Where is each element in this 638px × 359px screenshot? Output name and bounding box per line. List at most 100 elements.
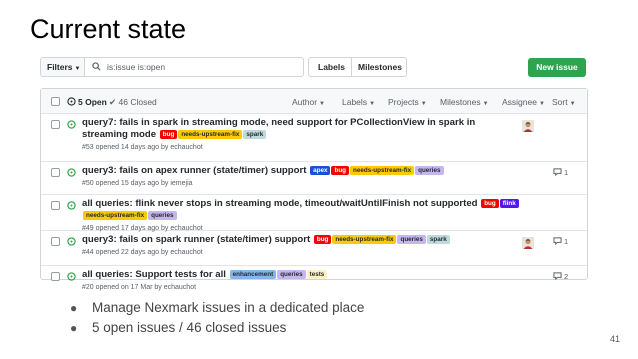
- slide-title: Current state: [30, 14, 187, 44]
- chevron-down-icon: ▼: [538, 101, 545, 107]
- labels-filter[interactable]: Labels ▼: [342, 97, 375, 107]
- filters-label: Filters: [47, 62, 73, 72]
- issue-title-text[interactable]: query3: fails on apex runner (state/time…: [82, 165, 306, 176]
- issue-label[interactable]: queries: [415, 166, 444, 175]
- issue-opened-icon: [67, 272, 76, 281]
- assignee-filter[interactable]: Assignee ▼: [502, 97, 545, 107]
- issue-label[interactable]: queries: [277, 270, 306, 279]
- issue-label[interactable]: flink: [499, 199, 519, 208]
- issue-label[interactable]: spark: [243, 130, 267, 139]
- issue-meta: #53 opened 14 days ago by echauchot: [82, 144, 203, 151]
- issue-opened-icon: [67, 120, 76, 129]
- comments-link[interactable]: 1: [553, 237, 568, 246]
- labels-milestones-group: Labels Milestones: [308, 57, 407, 77]
- issue-title[interactable]: query3: fails on apex runner (state/time…: [82, 165, 522, 177]
- search-icon: [92, 62, 101, 71]
- issue-opened-icon: [67, 201, 76, 210]
- issue-label[interactable]: bug: [331, 166, 350, 175]
- chevron-down-icon: ▼: [482, 101, 489, 107]
- issue-title-text[interactable]: all queries: Support tests for all: [82, 269, 226, 280]
- issue-checkbox[interactable]: [51, 168, 60, 177]
- projects-filter[interactable]: Projects ▼: [388, 97, 427, 107]
- open-issues-tab[interactable]: 5 Open: [67, 97, 107, 107]
- issues-toolbar: Filters ▼ is:issue is:open Labels Milesto…: [40, 54, 600, 80]
- issue-row[interactable]: query3: fails on spark runner (state/tim…: [41, 231, 587, 266]
- issue-label[interactable]: apex: [310, 166, 331, 175]
- bullet-text: 5 open issues / 46 closed issues: [92, 320, 287, 335]
- issue-body: query3: fails on spark runner (state/tim…: [82, 234, 522, 257]
- issue-checkbox[interactable]: [51, 272, 60, 281]
- issue-body: query7: fails in spark in streaming mode…: [82, 117, 522, 152]
- labels-filter-label: Labels: [342, 97, 368, 107]
- milestones-filter[interactable]: Milestones ▼: [440, 97, 489, 107]
- issue-label[interactable]: enhancement: [229, 270, 277, 279]
- chevron-down-icon: ▼: [569, 101, 576, 107]
- bullet-list: ● Manage Nexmark issues in a dedicated pl…: [70, 298, 364, 338]
- new-issue-button[interactable]: New issue: [528, 58, 586, 77]
- issue-checkbox[interactable]: [51, 237, 60, 246]
- issue-title[interactable]: query7: fails in spark in streaming mode…: [82, 117, 522, 141]
- issue-label[interactable]: needs-upstream-fix: [350, 166, 415, 175]
- issue-label[interactable]: bug: [159, 130, 178, 139]
- issue-row[interactable]: all queries: Support tests for all enhan…: [41, 266, 587, 291]
- bullet-icon: ●: [70, 321, 78, 335]
- issue-title-text[interactable]: query3: fails on spark runner (state/tim…: [82, 234, 310, 245]
- issue-body: all queries: flink never stops in stream…: [82, 198, 522, 233]
- search-input[interactable]: is:issue is:open: [84, 57, 304, 77]
- check-icon: ✔: [109, 97, 117, 107]
- page-number: 41: [610, 334, 621, 344]
- sort-filter[interactable]: Sort ▼: [552, 97, 576, 107]
- author-filter-label: Author: [292, 97, 318, 107]
- issues-list: 5 Open ✔ 46 Closed Author ▼ Labels ▼ Proje…: [40, 88, 588, 291]
- issue-body: query3: fails on apex runner (state/time…: [82, 165, 522, 188]
- issue-row[interactable]: query7: fails in spark in streaming mode…: [41, 114, 587, 162]
- assignee-avatar[interactable]: [522, 237, 534, 249]
- issue-label[interactable]: needs-upstream-fix: [332, 235, 397, 244]
- assignee-avatar[interactable]: [522, 120, 534, 132]
- issue-checkbox[interactable]: [51, 201, 60, 210]
- author-filter[interactable]: Author ▼: [292, 97, 325, 107]
- issue-body: all queries: Support tests for all enhan…: [82, 269, 522, 292]
- chevron-down-icon: ▼: [420, 101, 427, 107]
- issue-meta: #20 opened on 17 Mar by echauchot: [82, 284, 197, 291]
- closed-issues-tab[interactable]: ✔ 46 Closed: [109, 97, 157, 108]
- issue-label[interactable]: queries: [397, 235, 426, 244]
- issue-meta: #44 opened 22 days ago by echauchot: [82, 249, 203, 256]
- milestones-filter-label: Milestones: [440, 97, 481, 107]
- issue-opened-icon: [67, 168, 76, 177]
- issue-title[interactable]: all queries: Support tests for all enhan…: [82, 269, 522, 281]
- filters-button[interactable]: Filters ▼: [40, 57, 85, 77]
- labels-tab[interactable]: Labels: [318, 58, 345, 76]
- issue-checkbox[interactable]: [51, 120, 60, 129]
- milestones-tab[interactable]: Milestones: [358, 58, 402, 76]
- issue-title-text[interactable]: all queries: flink never stops in stream…: [82, 198, 478, 209]
- comment-icon: [553, 168, 562, 177]
- divider: [351, 58, 352, 76]
- issue-row[interactable]: all queries: flink never stops in stream…: [41, 195, 587, 233]
- issues-list-header: 5 Open ✔ 46 Closed Author ▼ Labels ▼ Proje…: [41, 89, 587, 114]
- issue-label[interactable]: queries: [148, 211, 177, 220]
- bullet-item: ● Manage Nexmark issues in a dedicated pl…: [70, 298, 364, 318]
- issue-meta: #50 opened 15 days ago by iemejia: [82, 180, 193, 187]
- issue-label[interactable]: spark: [426, 235, 450, 244]
- closed-count: 46 Closed: [118, 97, 157, 107]
- comment-count: 1: [564, 168, 569, 177]
- issue-label[interactable]: bug: [481, 199, 499, 208]
- select-all-checkbox[interactable]: [51, 97, 60, 106]
- comment-count: 1: [564, 237, 569, 246]
- comment-icon: [553, 272, 562, 281]
- issue-label[interactable]: needs-upstream-fix: [178, 130, 243, 139]
- issue-label[interactable]: tests: [306, 270, 328, 279]
- issue-title[interactable]: all queries: flink never stops in stream…: [82, 198, 522, 222]
- comments-link[interactable]: 1: [553, 168, 568, 177]
- assignee-filter-label: Assignee: [502, 97, 537, 107]
- issue-label[interactable]: bug: [313, 235, 332, 244]
- issue-title-text[interactable]: query7: fails in spark in streaming mode…: [82, 117, 475, 140]
- bullet-text: Manage Nexmark issues in a dedicated pla…: [92, 300, 365, 315]
- comments-link[interactable]: 2: [553, 272, 568, 281]
- issue-row[interactable]: query3: fails on apex runner (state/time…: [41, 162, 587, 195]
- issue-title[interactable]: query3: fails on spark runner (state/tim…: [82, 234, 522, 246]
- issue-label[interactable]: needs-upstream-fix: [83, 211, 148, 220]
- comment-icon: [553, 237, 562, 246]
- issue-opened-icon: [67, 237, 76, 246]
